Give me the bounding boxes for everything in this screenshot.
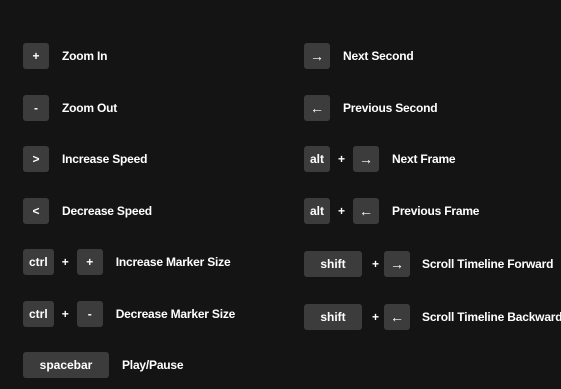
shortcut-zoom-out: - Zoom Out: [23, 95, 117, 121]
shortcut-label: Play/Pause: [122, 358, 184, 372]
shortcut-next-second: → Next Second: [304, 43, 414, 69]
shortcut-label: Increase Speed: [62, 152, 148, 166]
shortcut-label: Previous Second: [343, 101, 438, 115]
shortcut-scroll-timeline-backward: shift + ← Scroll Timeline Backward: [304, 304, 561, 330]
shortcut-label: Increase Marker Size: [115, 255, 231, 269]
shortcut-label: Next Second: [343, 49, 414, 63]
key-ctrl: ctrl: [23, 301, 54, 327]
keyboard-shortcuts-panel: + Zoom In - Zoom Out > Increase Speed < …: [0, 0, 561, 389]
shortcut-label: Next Frame: [392, 152, 456, 166]
key-alt: alt: [304, 146, 331, 172]
plus-separator: +: [372, 257, 380, 271]
shortcut-play-pause: spacebar Play/Pause: [23, 352, 184, 378]
key-greater-than: >: [23, 146, 49, 172]
shortcut-next-frame: alt + → Next Frame: [304, 146, 456, 172]
shortcut-label: Decrease Speed: [62, 204, 152, 218]
left-arrow-icon: ←: [384, 304, 411, 330]
shortcut-zoom-in: + Zoom In: [23, 43, 107, 69]
shortcut-label: Zoom In: [62, 49, 108, 63]
plus-separator: +: [338, 152, 346, 166]
left-arrow-icon: ←: [304, 95, 330, 121]
key-shift: shift: [304, 304, 362, 330]
shortcut-label: Previous Frame: [392, 204, 480, 218]
shortcut-label: Zoom Out: [62, 101, 118, 115]
shortcut-decrease-speed: < Decrease Speed: [23, 198, 152, 224]
key-ctrl: ctrl: [23, 249, 54, 275]
shortcut-increase-marker-size: ctrl + + Increase Marker Size: [23, 249, 231, 275]
plus-separator: +: [372, 310, 380, 324]
plus-separator: +: [61, 307, 69, 321]
key-plus: +: [23, 43, 49, 69]
key-alt: alt: [304, 198, 331, 224]
shortcut-label: Scroll Timeline Backward: [422, 310, 561, 324]
key-shift: shift: [304, 251, 362, 277]
shortcut-scroll-timeline-forward: shift + → Scroll Timeline Forward: [304, 251, 553, 277]
shortcut-label: Decrease Marker Size: [115, 307, 236, 321]
plus-separator: +: [338, 204, 346, 218]
shortcut-increase-speed: > Increase Speed: [23, 146, 147, 172]
shortcut-previous-second: ← Previous Second: [304, 95, 438, 121]
shortcut-previous-frame: alt + ← Previous Frame: [304, 198, 479, 224]
right-arrow-icon: →: [384, 251, 411, 277]
key-minus: -: [23, 95, 49, 121]
shortcut-decrease-marker-size: ctrl + - Decrease Marker Size: [23, 301, 235, 327]
right-arrow-icon: →: [353, 146, 380, 172]
key-minus: -: [76, 301, 103, 327]
left-arrow-icon: ←: [353, 198, 380, 224]
key-plus: +: [76, 249, 103, 275]
shortcut-label: Scroll Timeline Forward: [422, 257, 554, 271]
key-less-than: <: [23, 198, 49, 224]
plus-separator: +: [61, 255, 69, 269]
right-arrow-icon: →: [304, 43, 330, 69]
key-spacebar: spacebar: [23, 352, 109, 378]
